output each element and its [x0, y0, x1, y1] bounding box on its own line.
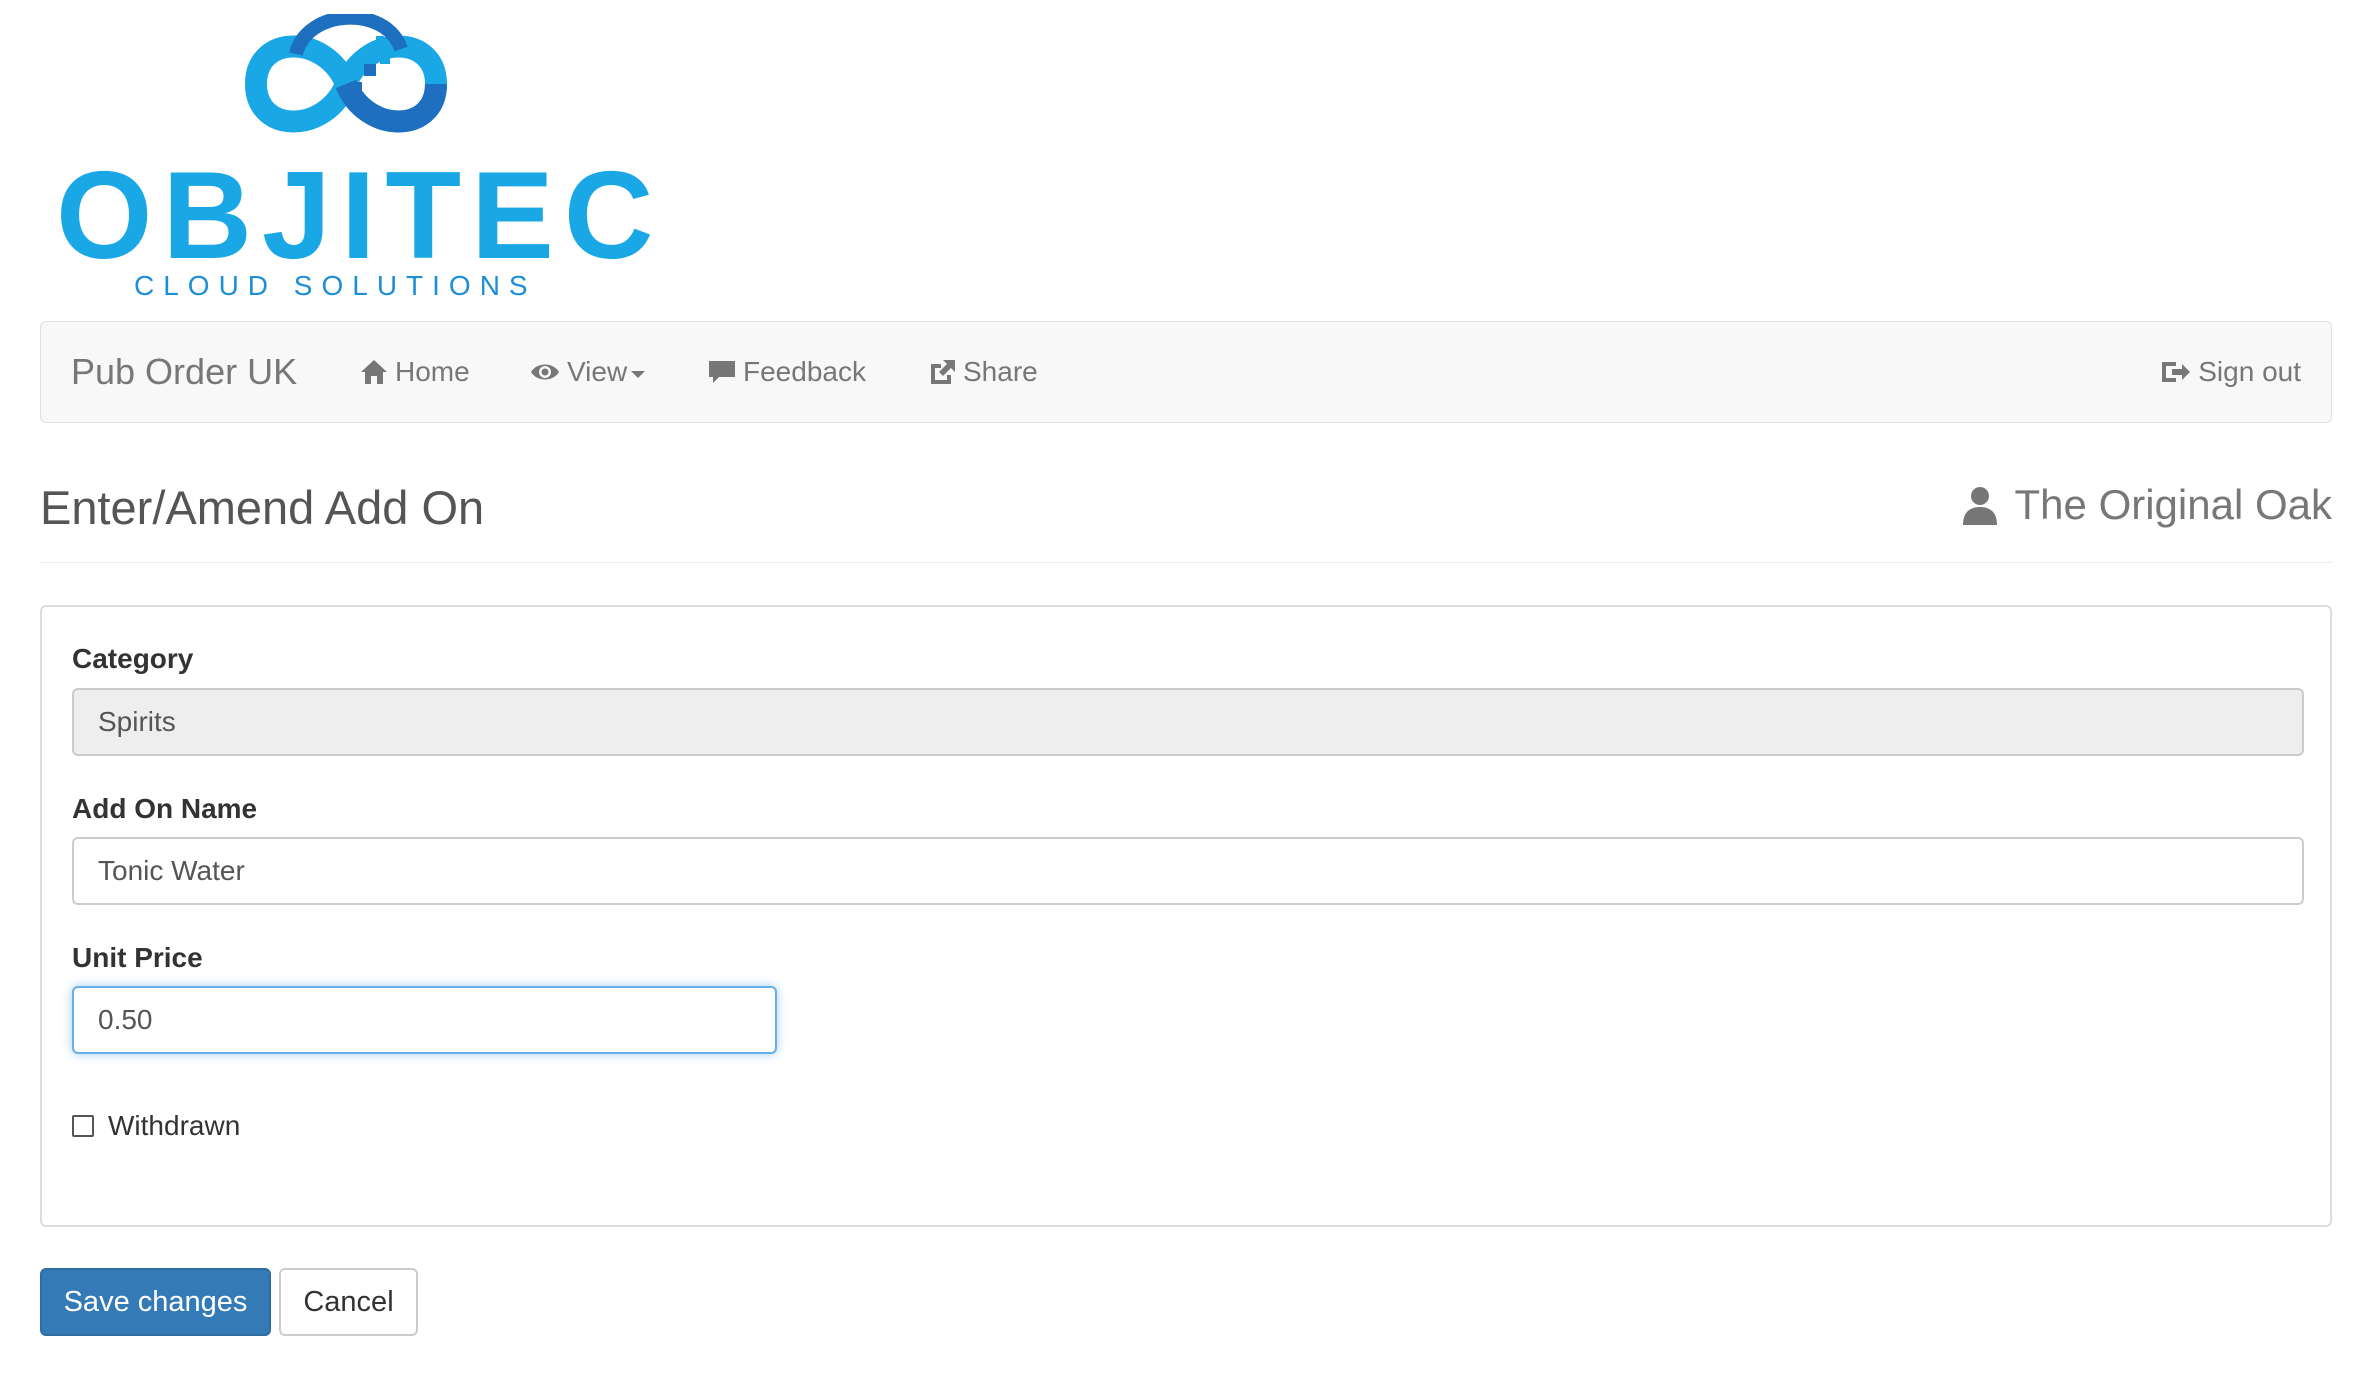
logo-tagline: CLOUD SOLUTIONS [134, 270, 537, 301]
nav-item-view[interactable]: View [529, 322, 646, 422]
user-icon [1962, 487, 1997, 525]
sign-out-icon [2162, 362, 2191, 382]
page: OBJITEC CLOUD SOLUTIONS Pub Order UK Hom… [0, 0, 2376, 1374]
save-changes-button[interactable]: Save changes [40, 1268, 271, 1336]
chevron-down-icon [631, 370, 646, 378]
home-icon [361, 360, 387, 384]
venue-label: The Original Oak [2014, 481, 2332, 528]
page-title: Enter/Amend Add On [40, 481, 485, 534]
eye-icon [531, 364, 559, 380]
nav-item-label: Feedback [743, 356, 866, 387]
logo-wordmark: OBJITEC [56, 147, 664, 285]
nav-item-label: Home [395, 356, 470, 387]
withdrawn-checkbox-row[interactable]: Withdrawn [72, 1110, 240, 1142]
form-panel: Category Add On Name Unit Price Withdraw… [40, 605, 2332, 1227]
withdrawn-checkbox[interactable] [72, 1115, 94, 1137]
venue-name: The Original Oak [1961, 484, 2332, 526]
navbar: Pub Order UK Home View Feedback Share Si… [40, 321, 2332, 423]
unit-price-label: Unit Price [72, 942, 203, 973]
navbar-brand[interactable]: Pub Order UK [71, 322, 297, 422]
unit-price-field[interactable] [72, 986, 777, 1054]
category-label: Category [72, 643, 194, 674]
nav-item-label: View [567, 356, 628, 387]
cancel-button[interactable]: Cancel [279, 1268, 418, 1336]
addon-name-label: Add On Name [72, 793, 258, 824]
withdrawn-label: Withdrawn [108, 1110, 241, 1141]
category-field[interactable] [72, 688, 2304, 756]
sign-out-label: Sign out [2198, 356, 2301, 387]
share-icon [931, 360, 955, 384]
nav-item-feedback[interactable]: Feedback [707, 322, 866, 422]
nav-item-share[interactable]: Share [927, 322, 1038, 422]
addon-name-field[interactable] [72, 837, 2304, 905]
nav-item-home[interactable]: Home [359, 322, 470, 422]
cloud-infinity-logo-icon [244, 14, 448, 133]
nav-item-label: Share [963, 356, 1038, 387]
header-divider [40, 562, 2332, 563]
comment-icon [709, 361, 735, 383]
sign-out-link[interactable]: Sign out [2160, 322, 2301, 422]
objitec-logo: OBJITEC CLOUD SOLUTIONS [56, 14, 653, 304]
